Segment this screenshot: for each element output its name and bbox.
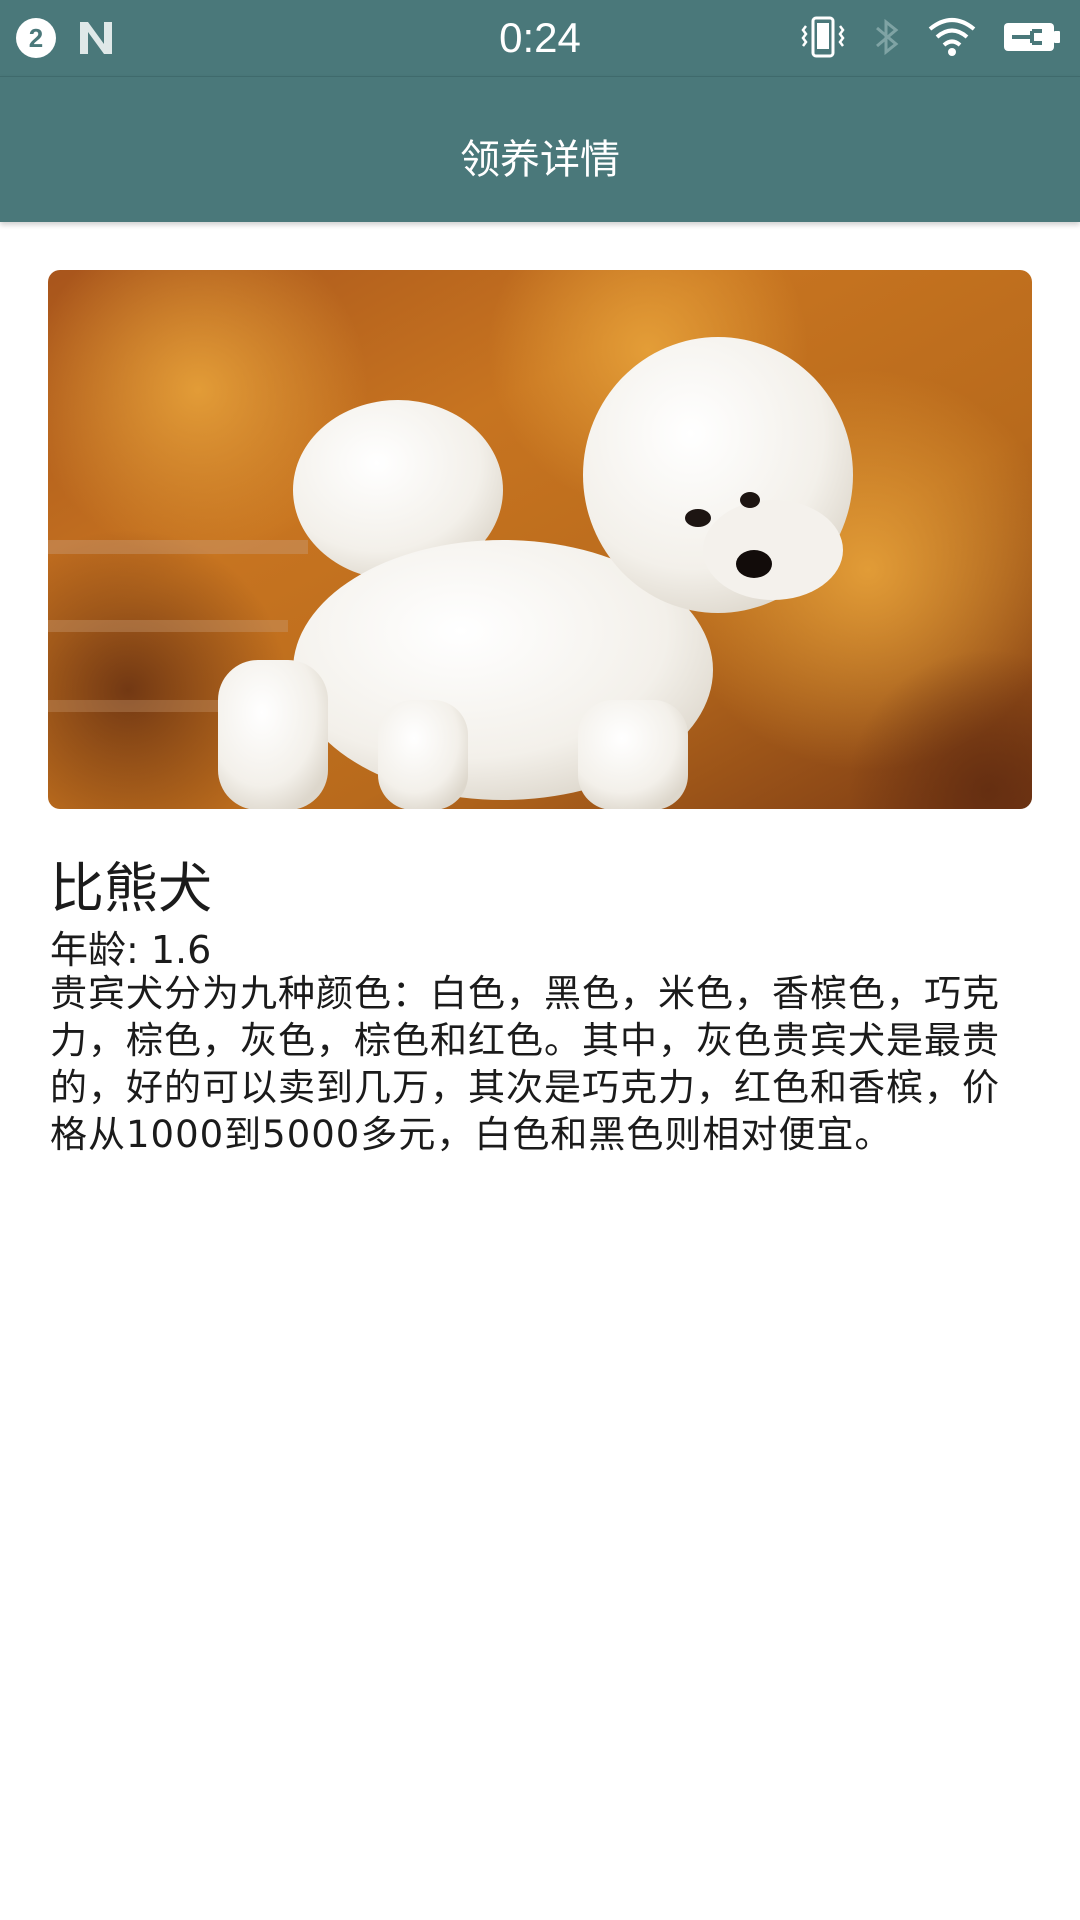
pet-description: 贵宾犬分为九种颜色：白色，黑色，米色，香槟色，巧克力，棕色，灰色，棕色和红色。其… xyxy=(50,972,1000,1156)
pet-photo xyxy=(48,270,1032,809)
bluetooth-icon xyxy=(876,18,899,56)
status-bar: 2 0:24 xyxy=(0,0,1080,76)
vibrate-icon xyxy=(801,16,845,58)
app-bar: 领养详情 xyxy=(0,76,1080,222)
wifi-icon xyxy=(928,18,976,56)
battery-charging-icon xyxy=(1004,23,1060,51)
page-title: 领养详情 xyxy=(460,137,620,183)
pet-photo-illustration xyxy=(48,270,1032,809)
status-right xyxy=(800,14,1062,60)
pet-name: 比熊犬 xyxy=(50,857,212,920)
pet-age: 年龄: 1.6 xyxy=(50,928,212,972)
